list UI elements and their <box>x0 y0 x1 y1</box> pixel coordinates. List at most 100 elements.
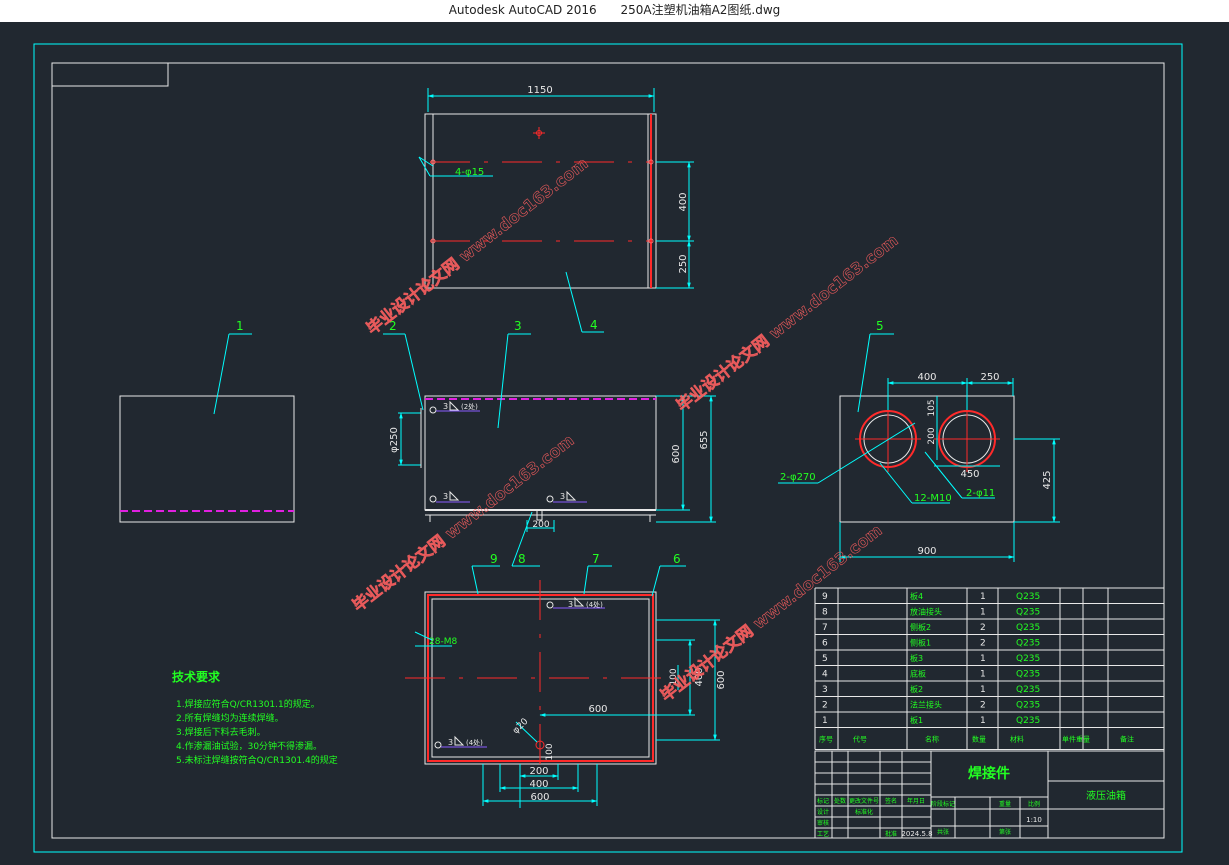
side-dim-450: 450 <box>960 469 979 480</box>
tech-note-1: 1.焊接应符合Q/CR1301.1的规定。 <box>176 698 320 710</box>
weld-b: 3 <box>448 738 453 747</box>
weld-a-qty: (4处) <box>586 600 603 609</box>
tb-label-15: 第张 <box>999 828 1011 836</box>
tech-notes-title: 技术要求 <box>172 669 221 684</box>
bottom-dim-600: 600 <box>530 792 549 803</box>
bom-row-qty: 2 <box>980 639 986 649</box>
bottom-dim-400: 400 <box>529 779 548 790</box>
balloon-5: 5 <box>876 319 884 333</box>
bom-row-no: 9 <box>822 592 828 602</box>
weld-1-qty: (2处) <box>461 402 478 411</box>
app-title: Autodesk AutoCAD 2016 <box>448 3 597 17</box>
bom-header-cell: 代号 <box>853 735 867 744</box>
bom-row-mat: Q235 <box>1016 623 1040 633</box>
dim-655: 655 <box>699 430 710 449</box>
bom-row-qty: 1 <box>980 716 986 726</box>
bom-row-no: 3 <box>822 685 828 695</box>
bom-row-no: 5 <box>822 654 828 664</box>
bom-header-cell: 备注 <box>1120 735 1134 744</box>
tb-label-7: 标准化 <box>855 808 873 816</box>
balloon-8: 8 <box>518 552 526 566</box>
tech-note-3: 3.焊接后下料去毛刺。 <box>176 726 266 738</box>
balloon-7: 7 <box>592 552 600 566</box>
bom-row-name: 板4 <box>910 591 923 601</box>
side-dim-200: 200 <box>927 427 937 444</box>
bottom-dim-600-h: 600 <box>588 704 607 715</box>
balloon-4: 4 <box>590 318 598 332</box>
title-name: 焊接件 <box>968 765 1010 782</box>
file-title: 250A注塑机油箱A2图纸.dwg <box>620 3 781 17</box>
bom-row-mat: Q235 <box>1016 685 1040 695</box>
side-dim-250: 250 <box>980 372 999 383</box>
bom-row-no: 1 <box>822 716 828 726</box>
dim-600: 600 <box>671 444 682 463</box>
bom-row-no: 2 <box>822 701 828 711</box>
tech-note-2: 2.所有焊缝均为连续焊缝。 <box>176 712 284 724</box>
tb-label-3: 更改文件号 <box>849 797 879 805</box>
tb-label-1: 处数 <box>834 797 846 805</box>
title-drawing: 液压油箱 <box>1086 789 1126 802</box>
tb-label-11: 阶段标记 <box>931 800 955 808</box>
bom-row-name: 板1 <box>910 715 923 725</box>
note-2-phi270: 2-φ270 <box>780 472 816 483</box>
bom-row-qty: 1 <box>980 608 986 618</box>
tb-label-14: 共张 <box>937 828 949 836</box>
watermark-4: 毕业设计论文网 www.doc163.com <box>657 521 886 706</box>
part-1-view: 1 <box>119 319 295 523</box>
side-dim-400: 400 <box>917 372 936 383</box>
dim-250: 250 <box>678 254 689 273</box>
title-date: 2024.5.8 <box>901 830 932 838</box>
tech-note-4: 4.作渗漏油试验，30分钟不得渗漏。 <box>176 740 322 752</box>
tb-label-9: 工艺 <box>817 830 829 838</box>
bom-row-mat: Q235 <box>1016 701 1040 711</box>
watermark-2: 毕业设计论文网 www.doc163.com <box>673 231 902 416</box>
weld-1: 3 <box>443 402 448 411</box>
bom-row-name: 侧板1 <box>910 638 931 648</box>
bom-row-qty: 2 <box>980 701 986 711</box>
bom-row-no: 7 <box>822 623 828 633</box>
title-scale: 1:10 <box>1026 816 1042 824</box>
weld-3: 3 <box>560 492 565 501</box>
weld-b-qty: (4处) <box>466 738 483 747</box>
note-12-m10: 12-M10 <box>914 493 952 504</box>
window-title-bar: Autodesk AutoCAD 2016 250A注塑机油箱A2图纸.dwg <box>0 0 1229 22</box>
drawing-canvas[interactable]: 1150 400 250 4-φ15 4 1 φ250 600 655 200 … <box>0 22 1229 861</box>
bom-row-qty: 2 <box>980 623 986 633</box>
tb-label-6: 设计 <box>817 808 829 816</box>
bom-row-qty: 1 <box>980 592 986 602</box>
tb-label-0: 标记 <box>817 797 829 805</box>
technical-requirements: 技术要求 1.焊接应符合Q/CR1301.1的规定。 2.所有焊缝均为连续焊缝。… <box>172 669 338 766</box>
tb-label-12: 重量 <box>999 800 1011 808</box>
title-block: 焊接件 液压油箱 1:10 2024.5.8 标记 处数 更改文件号 签名 年月… <box>814 750 1165 839</box>
corner-code-box <box>51 62 169 87</box>
dim-1150: 1150 <box>527 85 552 96</box>
side-view: 400 250 105 200 450 425 900 2-φ270 12-M1… <box>778 319 1060 562</box>
bom-row-name: 放油接头 <box>910 607 942 617</box>
bom-table: 9 板4 1 Q235 8 放油接头 1 Q235 7 侧板2 2 Q235 6 侧板1 2 Q235 5 板3 1… <box>814 587 1165 750</box>
bom-row-name: 侧板2 <box>910 622 931 632</box>
bom-row-mat: Q235 <box>1016 639 1040 649</box>
side-dim-105: 105 <box>927 399 937 416</box>
tech-note-5: 5.未标注焊缝按符合Q/CR1301.4的规定 <box>176 754 338 766</box>
bom-row-mat: Q235 <box>1016 670 1040 680</box>
note-28-m8: 28-M8 <box>429 637 457 647</box>
bom-row-no: 6 <box>822 639 828 649</box>
dim-200: 200 <box>532 520 549 530</box>
front-view: φ250 600 655 200 3 (2处) 3 3 2 3 <box>383 319 716 532</box>
dim-phi250: φ250 <box>389 427 400 453</box>
bom-header-cell: 单件重量 <box>1062 735 1090 744</box>
side-dim-425: 425 <box>1042 470 1053 489</box>
bom-row-mat: Q235 <box>1016 592 1040 602</box>
balloon-3: 3 <box>514 319 522 333</box>
drawing-svg[interactable]: 1150 400 250 4-φ15 4 1 φ250 600 655 200 … <box>0 22 1229 861</box>
balloon-6: 6 <box>673 552 681 566</box>
watermark-1: 毕业设计论文网 www.doc163.com <box>363 154 592 339</box>
note-2-phi11: 2-φ11 <box>966 488 995 499</box>
tb-label-5: 年月日 <box>907 797 925 805</box>
bom-row-qty: 1 <box>980 654 986 664</box>
bottom-dim-600-v: 600 <box>716 670 727 689</box>
weld-2: 3 <box>443 492 448 501</box>
bom-header-cell: 名称 <box>925 735 939 744</box>
hole-note: 4-φ15 <box>455 167 484 178</box>
tb-label-8: 审核 <box>817 819 829 827</box>
